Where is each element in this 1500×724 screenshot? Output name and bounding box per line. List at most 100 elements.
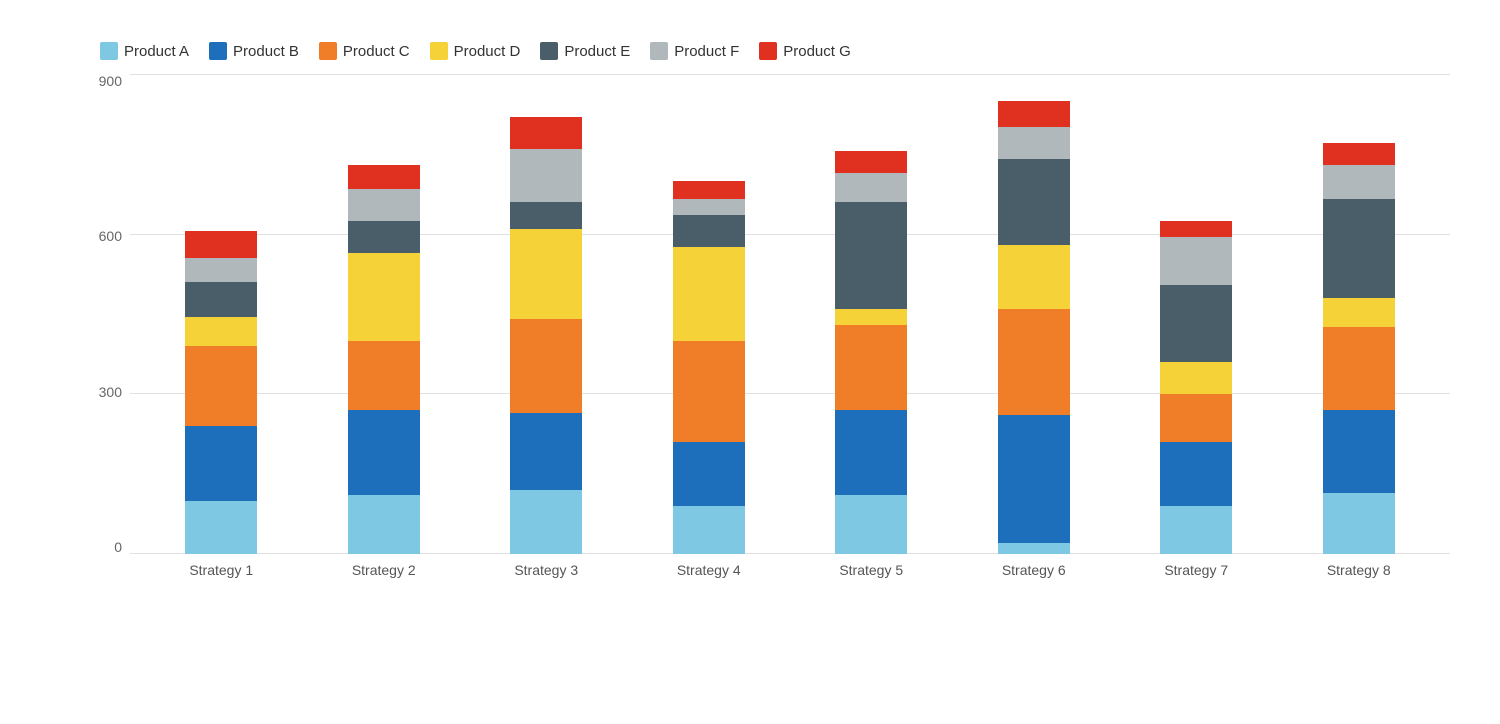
legend-label: Product D bbox=[454, 43, 521, 60]
bar-group-strategy-4 bbox=[659, 181, 759, 554]
bar-segment-productA bbox=[835, 495, 907, 554]
x-axis-label: Strategy 5 bbox=[821, 562, 921, 578]
legend-label: Product C bbox=[343, 43, 410, 60]
stacked-bar bbox=[1323, 143, 1395, 554]
bar-segment-productE bbox=[1323, 199, 1395, 298]
y-axis-label: 0 bbox=[90, 540, 130, 554]
bar-segment-productB bbox=[185, 426, 257, 501]
bar-segment-productA bbox=[348, 495, 420, 554]
chart-container: Product A Product B Product C Product D Prod… bbox=[20, 12, 1480, 712]
bar-segment-productG bbox=[998, 101, 1070, 128]
bar-segment-productG bbox=[1323, 143, 1395, 164]
bar-segment-productC bbox=[185, 346, 257, 426]
bar-segment-productA bbox=[1323, 493, 1395, 554]
legend-item-product-e: Product E bbox=[540, 42, 630, 60]
bar-segment-productB bbox=[510, 413, 582, 490]
bar-segment-productB bbox=[835, 410, 907, 495]
bar-segment-productE bbox=[185, 282, 257, 317]
bar-segment-productF bbox=[1160, 237, 1232, 285]
x-axis-label: Strategy 4 bbox=[659, 562, 759, 578]
legend-color-productE bbox=[540, 42, 558, 60]
legend-item-product-g: Product G bbox=[759, 42, 851, 60]
stacked-bar bbox=[1160, 221, 1232, 554]
bar-group-strategy-7 bbox=[1146, 221, 1246, 554]
bar-segment-productD bbox=[185, 317, 257, 346]
bar-segment-productE bbox=[510, 202, 582, 229]
bar-segment-productG bbox=[510, 117, 582, 149]
chart-legend: Product A Product B Product C Product D Prod… bbox=[90, 42, 1450, 60]
legend-color-productC bbox=[319, 42, 337, 60]
bar-segment-productG bbox=[835, 151, 907, 172]
x-axis-label: Strategy 7 bbox=[1146, 562, 1246, 578]
bar-segment-productC bbox=[1160, 394, 1232, 442]
bar-segment-productE bbox=[1160, 285, 1232, 362]
chart-plot bbox=[130, 74, 1450, 554]
bar-segment-productF bbox=[1323, 165, 1395, 200]
legend-color-productF bbox=[650, 42, 668, 60]
bar-segment-productD bbox=[1323, 298, 1395, 327]
legend-item-product-d: Product D bbox=[430, 42, 521, 60]
bar-segment-productC bbox=[673, 341, 745, 442]
bar-segment-productC bbox=[998, 309, 1070, 416]
y-axis-label: 600 bbox=[90, 229, 130, 243]
bar-segment-productD bbox=[998, 245, 1070, 309]
bar-segment-productA bbox=[510, 490, 582, 554]
bar-segment-productC bbox=[1323, 327, 1395, 410]
bar-segment-productG bbox=[185, 231, 257, 258]
bar-group-strategy-5 bbox=[821, 151, 921, 554]
bar-segment-productG bbox=[673, 181, 745, 200]
bar-segment-productD bbox=[348, 253, 420, 341]
legend-item-product-a: Product A bbox=[100, 42, 189, 60]
bar-segment-productA bbox=[185, 501, 257, 554]
bar-segment-productF bbox=[510, 149, 582, 202]
x-axis-label: Strategy 8 bbox=[1309, 562, 1409, 578]
bar-segment-productB bbox=[348, 410, 420, 495]
bar-segment-productB bbox=[1160, 442, 1232, 506]
legend-color-productB bbox=[209, 42, 227, 60]
bar-segment-productF bbox=[673, 199, 745, 215]
bar-segment-productC bbox=[835, 325, 907, 410]
legend-label: Product B bbox=[233, 43, 299, 60]
bar-segment-productC bbox=[348, 341, 420, 410]
bar-group-strategy-6 bbox=[984, 101, 1084, 554]
x-axis-label: Strategy 3 bbox=[496, 562, 596, 578]
bar-segment-productA bbox=[998, 543, 1070, 554]
x-axis-label: Strategy 1 bbox=[171, 562, 271, 578]
bar-segment-productB bbox=[998, 415, 1070, 543]
bar-group-strategy-8 bbox=[1309, 143, 1409, 554]
stacked-bar bbox=[510, 117, 582, 554]
bar-segment-productF bbox=[998, 127, 1070, 159]
bar-segment-productD bbox=[673, 247, 745, 340]
y-axis-label: 900 bbox=[90, 74, 130, 88]
legend-item-product-f: Product F bbox=[650, 42, 739, 60]
stacked-bar bbox=[185, 231, 257, 554]
stacked-bar bbox=[673, 181, 745, 554]
bar-segment-productD bbox=[835, 309, 907, 325]
bar-segment-productE bbox=[348, 221, 420, 253]
stacked-bar bbox=[835, 151, 907, 554]
legend-label: Product G bbox=[783, 43, 851, 60]
legend-label: Product F bbox=[674, 43, 739, 60]
stacked-bar bbox=[998, 101, 1070, 554]
bar-segment-productB bbox=[1323, 410, 1395, 493]
bar-segment-productE bbox=[835, 202, 907, 309]
bar-segment-productA bbox=[673, 506, 745, 554]
bar-group-strategy-2 bbox=[334, 165, 434, 554]
bar-segment-productC bbox=[510, 319, 582, 412]
legend-color-productA bbox=[100, 42, 118, 60]
y-axis: 0 300 600 900 bbox=[90, 74, 130, 554]
legend-label: Product E bbox=[564, 43, 630, 60]
bar-segment-productA bbox=[1160, 506, 1232, 554]
y-axis-label: 300 bbox=[90, 385, 130, 399]
bar-segment-productD bbox=[1160, 362, 1232, 394]
legend-label: Product A bbox=[124, 43, 189, 60]
x-axis-label: Strategy 2 bbox=[334, 562, 434, 578]
bar-segment-productB bbox=[673, 442, 745, 506]
bar-segment-productE bbox=[998, 159, 1070, 244]
legend-item-product-c: Product C bbox=[319, 42, 410, 60]
bar-segment-productD bbox=[510, 229, 582, 320]
bar-segment-productF bbox=[835, 173, 907, 202]
legend-color-productG bbox=[759, 42, 777, 60]
x-axis-label: Strategy 6 bbox=[984, 562, 1084, 578]
bar-group-strategy-3 bbox=[496, 117, 596, 554]
